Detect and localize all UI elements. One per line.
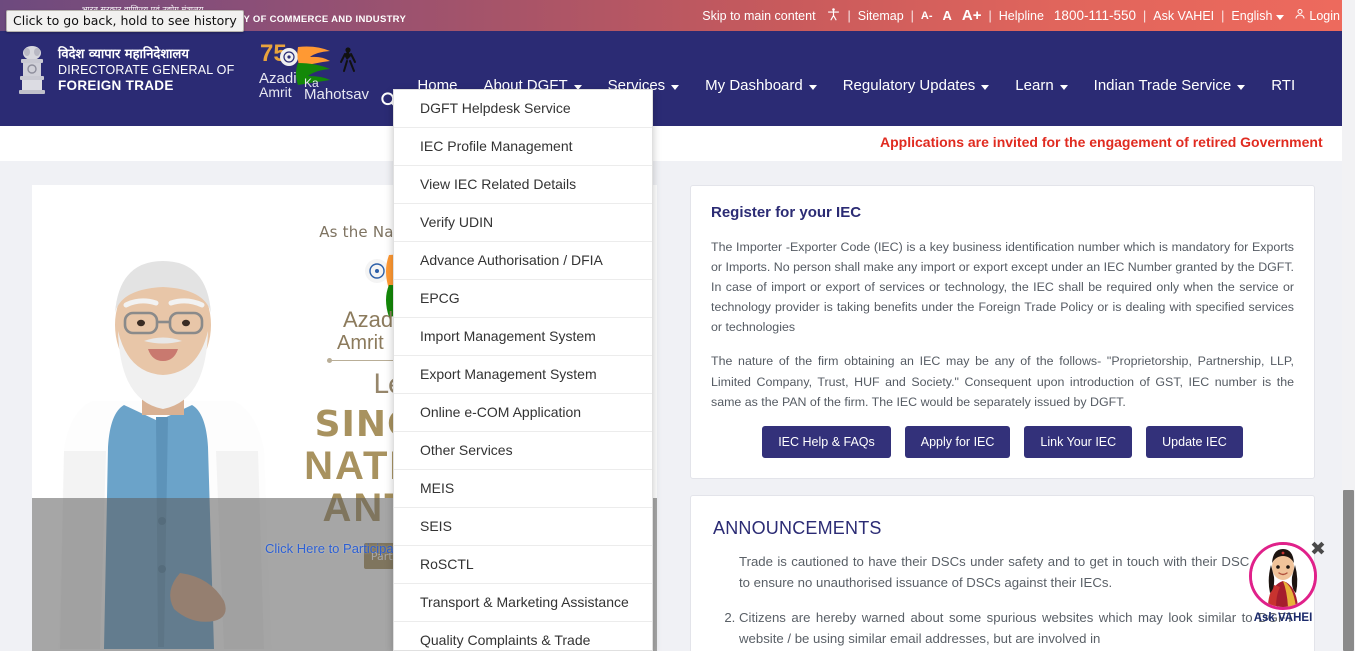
dropdown-item-iec-profile-management[interactable]: IEC Profile Management bbox=[394, 128, 652, 166]
svg-text:Amrit: Amrit bbox=[259, 84, 292, 100]
register-iec-title: Register for your IEC bbox=[711, 204, 1294, 221]
chevron-down-icon bbox=[1276, 15, 1284, 20]
announcements-card: ANNOUNCEMENTS Trade is cautioned to have… bbox=[690, 495, 1315, 651]
register-iec-button-row: IEC Help & FAQs Apply for IEC Link Your … bbox=[711, 426, 1294, 458]
page-root: भारत सरकार वाणिज्य एवं उद्योग मंत्रालय G… bbox=[0, 0, 1355, 651]
nav-item-learn[interactable]: Learn bbox=[1002, 71, 1080, 100]
dropdown-item-advance-authorisation-dfia[interactable]: Advance Authorisation / DFIA bbox=[394, 242, 652, 280]
chevron-down-icon bbox=[1060, 85, 1068, 90]
separator-1: | bbox=[846, 9, 853, 23]
nav-item-indian-trade-service-label: Indian Trade Service bbox=[1094, 77, 1232, 94]
user-icon bbox=[1294, 8, 1306, 23]
announcement-item-2[interactable]: Citizens are hereby warned about some sp… bbox=[739, 607, 1294, 649]
announcements-title: ANNOUNCEMENTS bbox=[713, 518, 1294, 539]
register-iec-paragraph-1: The Importer -Exporter Code (IEC) is a k… bbox=[711, 237, 1294, 337]
notice-marquee-strip: Applications are invited for the engagem… bbox=[0, 126, 1355, 161]
right-column: Register for your IEC The Importer -Expo… bbox=[690, 185, 1315, 651]
update-iec-button[interactable]: Update IEC bbox=[1146, 426, 1243, 458]
dropdown-item-dgft-helpdesk-service[interactable]: DGFT Helpdesk Service bbox=[394, 90, 652, 128]
dropdown-item-quality-complaints-trade-disputes[interactable]: Quality Complaints & Trade Disputes bbox=[394, 622, 652, 650]
carousel-click-here-link[interactable]: Click Here to Participate bbox=[265, 541, 404, 556]
chevron-down-icon bbox=[981, 85, 989, 90]
chevron-down-icon bbox=[1237, 85, 1245, 90]
dropdown-item-meis[interactable]: MEIS bbox=[394, 470, 652, 508]
vahei-avatar-icon[interactable] bbox=[1249, 542, 1317, 610]
dropdown-item-online-ecom-application[interactable]: Online e-COM Application bbox=[394, 394, 652, 432]
page-scrollbar-thumb[interactable] bbox=[1343, 490, 1354, 651]
separator-2: | bbox=[909, 9, 916, 23]
nav-item-my-dashboard-label: My Dashboard bbox=[705, 77, 803, 94]
notice-marquee-text[interactable]: Applications are invited for the engagem… bbox=[880, 134, 1323, 150]
svg-text:Azadi: Azadi bbox=[343, 307, 398, 332]
brand-line-en2: FOREIGN TRADE bbox=[58, 78, 234, 94]
brand-line-hindi: विदेश व्यापार महानिदेशालय bbox=[58, 47, 234, 63]
services-dropdown-menu[interactable]: DGFT Helpdesk Service IEC Profile Manage… bbox=[393, 89, 653, 651]
login-label: Login bbox=[1309, 9, 1340, 23]
dropdown-item-export-management-system[interactable]: Export Management System bbox=[394, 356, 652, 394]
chevron-down-icon bbox=[671, 85, 679, 90]
font-increase-button[interactable]: A+ bbox=[957, 7, 987, 24]
skip-to-main-content-link[interactable]: Skip to main content bbox=[697, 9, 820, 23]
nav-item-rti[interactable]: RTI bbox=[1258, 71, 1308, 100]
svg-text:Mahotsav: Mahotsav bbox=[304, 86, 370, 101]
language-selector-label: English bbox=[1231, 9, 1272, 23]
azadi-ka-amrit-mahotsav-logo: 75 Azadi Ka Amrit Mahotsav bbox=[258, 39, 378, 101]
login-button[interactable]: Login bbox=[1289, 8, 1345, 23]
dropdown-item-verify-udin[interactable]: Verify UDIN bbox=[394, 204, 652, 242]
dropdown-item-rosctl[interactable]: RoSCTL bbox=[394, 546, 652, 584]
sitemap-link[interactable]: Sitemap bbox=[853, 9, 909, 23]
india-emblem-icon bbox=[14, 43, 50, 99]
separator-3: | bbox=[987, 9, 994, 23]
services-dropdown-scroll-area[interactable]: DGFT Helpdesk Service IEC Profile Manage… bbox=[394, 90, 652, 650]
ask-vahei-label: Ask VAHEI bbox=[1246, 612, 1320, 624]
separator-5: | bbox=[1219, 9, 1226, 23]
svg-text:Amrit: Amrit bbox=[337, 332, 384, 354]
close-icon[interactable]: ✖ bbox=[1310, 540, 1326, 559]
nav-item-my-dashboard[interactable]: My Dashboard bbox=[692, 71, 830, 100]
accessibility-icon[interactable] bbox=[821, 7, 846, 25]
nav-item-indian-trade-service[interactable]: Indian Trade Service bbox=[1081, 71, 1259, 100]
dropdown-item-transport-marketing-assistance[interactable]: Transport & Marketing Assistance bbox=[394, 584, 652, 622]
brand-line-en1: DIRECTORATE GENERAL OF bbox=[58, 63, 234, 78]
font-normal-button[interactable]: A bbox=[938, 8, 957, 23]
chevron-down-icon bbox=[809, 85, 817, 90]
iec-help-faqs-button[interactable]: IEC Help & FAQs bbox=[762, 426, 891, 458]
helpline-label: Helpline bbox=[994, 9, 1049, 23]
ask-vahei-widget[interactable]: Ask VAHEI bbox=[1246, 542, 1320, 624]
font-decrease-button[interactable]: A- bbox=[916, 10, 938, 22]
language-selector[interactable]: English bbox=[1226, 9, 1289, 23]
page-body: As the Nation celebrates Azadi bbox=[0, 161, 1355, 651]
site-brand[interactable]: विदेश व्यापार महानिदेशालय DIRECTORATE GE… bbox=[14, 43, 234, 99]
browser-back-tooltip: Click to go back, hold to see history bbox=[6, 10, 244, 32]
dropdown-item-epcg[interactable]: EPCG bbox=[394, 280, 652, 318]
announcements-list: Trade is cautioned to have their DSCs un… bbox=[711, 551, 1294, 650]
dropdown-item-view-iec-related-details[interactable]: View IEC Related Details bbox=[394, 166, 652, 204]
link-your-iec-button[interactable]: Link Your IEC bbox=[1024, 426, 1132, 458]
register-iec-paragraph-2: The nature of the firm obtaining an IEC … bbox=[711, 351, 1294, 411]
announcement-item-1[interactable]: Trade is cautioned to have their DSCs un… bbox=[739, 551, 1294, 593]
nav-item-rti-label: RTI bbox=[1271, 77, 1295, 94]
dropdown-item-seis[interactable]: SEIS bbox=[394, 508, 652, 546]
apply-for-iec-button[interactable]: Apply for IEC bbox=[905, 426, 1011, 458]
nav-item-regulatory-updates[interactable]: Regulatory Updates bbox=[830, 71, 1003, 100]
brand-text: विदेश व्यापार महानिदेशालय DIRECTORATE GE… bbox=[58, 47, 234, 95]
ask-vahei-link[interactable]: Ask VAHEI bbox=[1148, 9, 1219, 23]
top-utility-links: Skip to main content | Sitemap | A- A A+… bbox=[697, 7, 1355, 25]
helpline-number[interactable]: 1800-111-550 bbox=[1049, 8, 1141, 23]
dropdown-item-import-management-system[interactable]: Import Management System bbox=[394, 318, 652, 356]
nav-item-regulatory-updates-label: Regulatory Updates bbox=[843, 77, 976, 94]
dropdown-item-other-services[interactable]: Other Services bbox=[394, 432, 652, 470]
separator-4: | bbox=[1141, 9, 1148, 23]
main-navigation-bar: विदेश व्यापार महानिदेशालय DIRECTORATE GE… bbox=[0, 31, 1355, 126]
nav-item-learn-label: Learn bbox=[1015, 77, 1053, 94]
register-iec-card: Register for your IEC The Importer -Expo… bbox=[690, 185, 1315, 479]
